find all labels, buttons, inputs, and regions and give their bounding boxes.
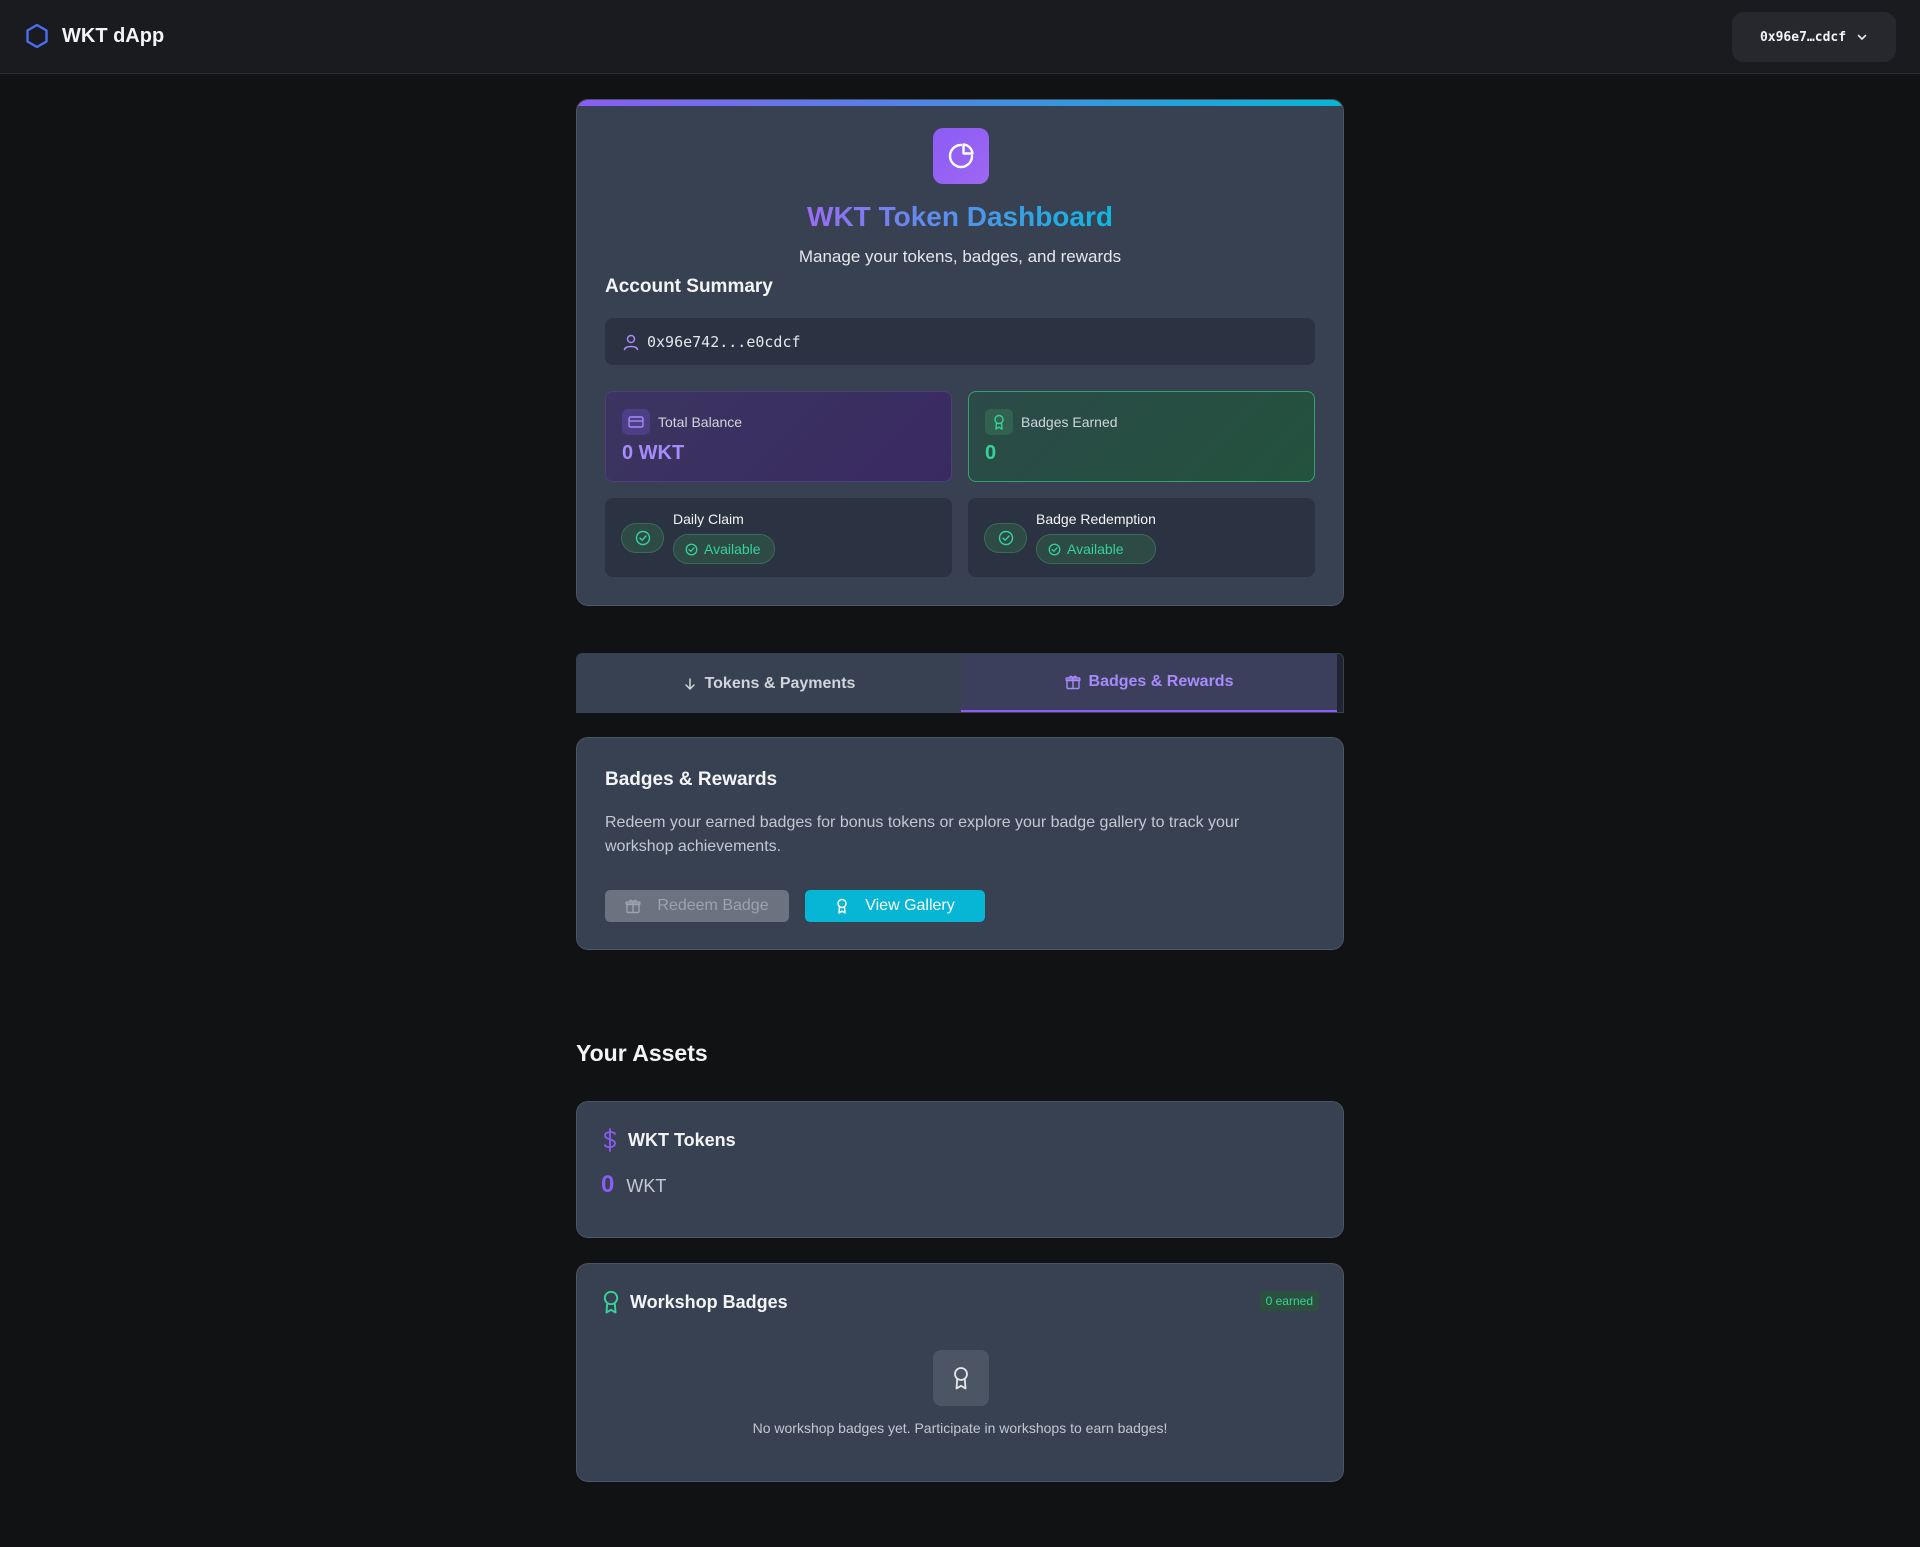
accent-strip bbox=[577, 100, 1343, 106]
badge-redemption-status: Badge Redemption Available bbox=[968, 498, 1315, 577]
view-gallery-button[interactable]: View Gallery bbox=[805, 890, 985, 922]
panel-description: Redeem your earned badges for bonus toke… bbox=[605, 814, 1240, 855]
tab-label: Tokens & Payments bbox=[704, 674, 856, 692]
dashboard-summary-card: WKT Token Dashboard Manage your tokens, … bbox=[576, 99, 1344, 606]
check-circle-icon bbox=[685, 543, 698, 556]
badges-earned-value: 0 bbox=[985, 442, 997, 464]
arrow-down-icon bbox=[683, 677, 697, 691]
wallet-address-label: 0x96e7…cdcf bbox=[1759, 29, 1847, 45]
section-tabs: Tokens & Payments Badges & Rewards bbox=[576, 653, 1344, 713]
dollar-icon bbox=[602, 1128, 618, 1152]
badge-redemption-label: Badge Redemption bbox=[1036, 511, 1156, 527]
brand[interactable]: WKT dApp bbox=[25, 23, 164, 49]
award-icon bbox=[985, 409, 1013, 435]
total-balance-card: Total Balance 0 WKT bbox=[605, 391, 952, 482]
wallet-icon bbox=[622, 409, 650, 435]
badge-redemption-badge: Available bbox=[1036, 534, 1156, 564]
page-subtitle: Manage your tokens, badges, and rewards bbox=[798, 247, 1122, 266]
redeem-badge-label: Redeem Badge bbox=[657, 897, 769, 914]
hexagon-logo-icon bbox=[25, 23, 49, 49]
daily-claim-label: Daily Claim bbox=[673, 511, 744, 527]
tokens-card-header: WKT Tokens bbox=[602, 1128, 736, 1152]
award-icon bbox=[933, 1350, 989, 1406]
pie-chart-icon bbox=[933, 128, 989, 184]
gift-icon bbox=[625, 898, 641, 914]
daily-claim-badge: Available bbox=[673, 534, 775, 564]
badges-earned-label: Badges Earned bbox=[1021, 414, 1118, 430]
check-circle-icon bbox=[621, 523, 664, 553]
redeem-badge-button[interactable]: Redeem Badge bbox=[605, 890, 789, 922]
tab-badges-rewards[interactable]: Badges & Rewards bbox=[961, 654, 1337, 712]
panel-title: Badges & Rewards bbox=[605, 769, 778, 790]
account-address: 0x96e742...e0cdcf bbox=[647, 332, 801, 351]
badge-redemption-status-text: Available bbox=[1067, 541, 1124, 557]
wkt-tokens-card: WKT Tokens 0 WKT bbox=[576, 1101, 1344, 1238]
badges-card-header: Workshop Badges bbox=[602, 1290, 788, 1314]
badges-card-title: Workshop Badges bbox=[630, 1291, 788, 1312]
check-circle-icon bbox=[1048, 543, 1061, 556]
tokens-card-title: WKT Tokens bbox=[628, 1129, 736, 1150]
badges-empty-message: No workshop badges yet. Participate in w… bbox=[752, 1420, 1168, 1436]
tab-tokens-payments[interactable]: Tokens & Payments bbox=[577, 654, 961, 712]
chevron-down-icon bbox=[1856, 31, 1868, 43]
tab-label: Badges & Rewards bbox=[1088, 673, 1234, 690]
badges-rewards-panel: Badges & Rewards Redeem your earned badg… bbox=[576, 737, 1344, 950]
badges-earned-tag: 0 earned bbox=[1259, 1291, 1319, 1311]
app-name: WKT dApp bbox=[62, 24, 165, 47]
tokens-unit: WKT bbox=[626, 1176, 667, 1196]
daily-claim-status-text: Available bbox=[704, 541, 761, 557]
total-balance-label: Total Balance bbox=[658, 414, 743, 430]
user-icon bbox=[622, 333, 640, 351]
total-balance-value: 0 WKT bbox=[622, 442, 685, 464]
workshop-badges-card: Workshop Badges 0 earned No workshop bad… bbox=[576, 1263, 1344, 1482]
award-icon bbox=[835, 898, 849, 914]
tokens-amount: 0 bbox=[601, 1171, 615, 1198]
account-address-box[interactable]: 0x96e742...e0cdcf bbox=[605, 318, 1315, 365]
daily-claim-status: Daily Claim Available bbox=[605, 498, 952, 577]
wallet-account-button[interactable]: 0x96e7…cdcf bbox=[1732, 12, 1896, 62]
tokens-amount-row: 0 WKT bbox=[601, 1171, 666, 1199]
account-summary-heading: Account Summary bbox=[605, 276, 773, 297]
page-title: WKT Token Dashboard bbox=[577, 201, 1343, 233]
badges-earned-card: Badges Earned 0 bbox=[968, 391, 1315, 482]
check-circle-icon bbox=[984, 523, 1027, 553]
gift-icon bbox=[1065, 674, 1081, 690]
award-icon bbox=[602, 1290, 620, 1314]
view-gallery-label: View Gallery bbox=[865, 897, 955, 914]
top-navbar: WKT dApp 0x96e7…cdcf bbox=[0, 0, 1920, 74]
assets-heading: Your Assets bbox=[576, 1040, 708, 1066]
